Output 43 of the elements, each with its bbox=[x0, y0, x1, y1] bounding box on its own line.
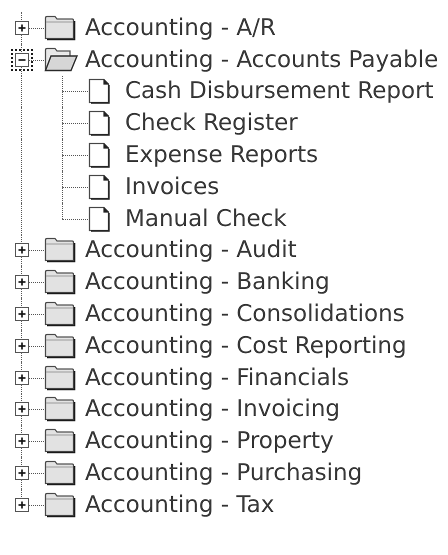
collapse-toggle[interactable] bbox=[11, 48, 33, 71]
plus-icon bbox=[16, 244, 28, 256]
folder-icon bbox=[44, 301, 78, 328]
document-icon bbox=[88, 110, 110, 136]
plus-icon bbox=[16, 435, 28, 448]
plus-icon bbox=[16, 498, 28, 511]
tree-item-label[interactable]: Manual Check bbox=[125, 206, 287, 232]
tree-item-label[interactable]: Accounting - Tax bbox=[85, 492, 274, 518]
tree-item-label[interactable]: Expense Reports bbox=[125, 142, 318, 168]
folder-icon bbox=[44, 364, 78, 391]
plus-icon bbox=[16, 403, 28, 416]
tree-item-label[interactable]: Accounting - Accounts Payable bbox=[85, 46, 438, 73]
tree-item-label[interactable]: Accounting - Purchasing bbox=[85, 460, 362, 486]
folder-icon bbox=[44, 428, 78, 454]
plus-icon bbox=[16, 467, 28, 480]
plus-icon bbox=[16, 372, 28, 384]
document-icon bbox=[88, 142, 110, 168]
folder-icon bbox=[44, 332, 78, 359]
tree-item-label[interactable]: Accounting - Cost Reporting bbox=[85, 332, 407, 359]
plus-icon bbox=[16, 276, 28, 288]
tree-item-label[interactable]: Check Register bbox=[125, 110, 298, 136]
document-icon bbox=[88, 78, 110, 104]
plus-icon bbox=[16, 22, 28, 34]
folder-icon bbox=[44, 237, 78, 264]
plus-icon bbox=[16, 340, 28, 352]
tree-item-label[interactable]: Invoices bbox=[125, 174, 220, 200]
open-folder-icon bbox=[44, 46, 78, 73]
tree-item-label[interactable]: Accounting - Consolidations bbox=[85, 301, 405, 328]
tree-item-label[interactable]: Accounting - Audit bbox=[85, 237, 297, 264]
folder-icon bbox=[44, 269, 78, 296]
tree-item-label[interactable]: Cash Disbursement Report bbox=[125, 78, 434, 104]
tree-item-label[interactable]: Accounting - Property bbox=[85, 428, 334, 454]
tree-item-label[interactable]: Accounting - Banking bbox=[85, 269, 330, 296]
plus-icon bbox=[16, 308, 28, 320]
tree-item-label[interactable]: Accounting - Financials bbox=[85, 364, 350, 391]
folder-icon bbox=[44, 14, 78, 41]
tree-item-label[interactable]: Accounting - A/R bbox=[85, 14, 276, 41]
tree-item-label[interactable]: Accounting - Invoicing bbox=[85, 396, 340, 422]
folder-icon bbox=[44, 396, 78, 422]
document-icon bbox=[88, 174, 110, 200]
folder-icon bbox=[44, 460, 78, 486]
folder-icon bbox=[44, 492, 78, 518]
document-icon bbox=[88, 206, 110, 232]
